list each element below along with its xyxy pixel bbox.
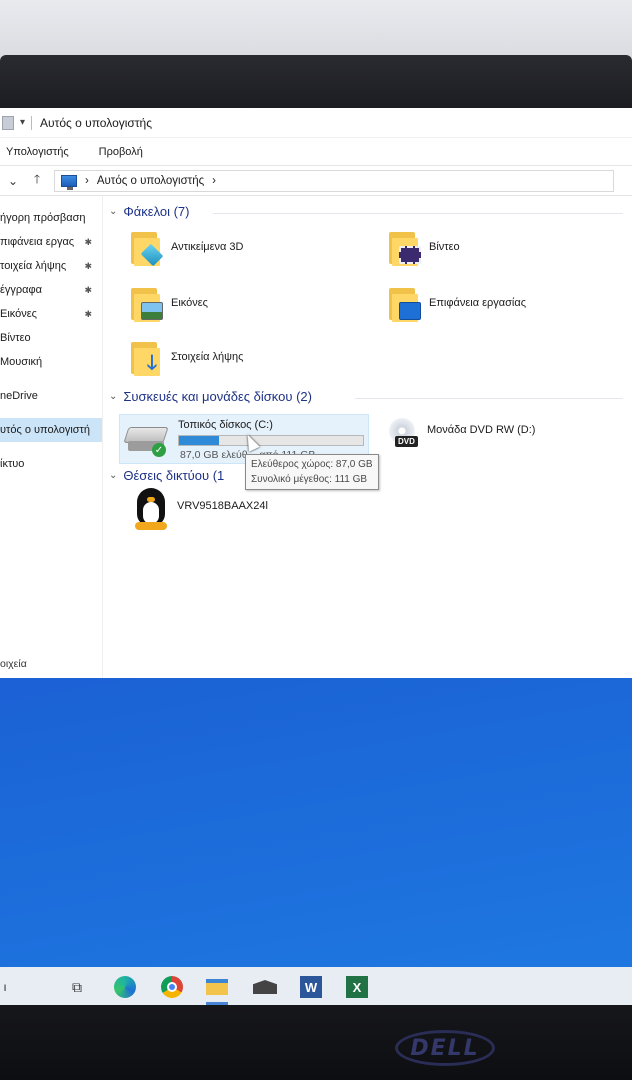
- sidebar-item-label: υτός ο υπολογιστή: [0, 424, 91, 436]
- sidebar-item-label: Εικόνες: [0, 308, 37, 320]
- mail-icon[interactable]: [250, 973, 280, 1001]
- file-explorer-taskbar-icon[interactable]: [202, 973, 232, 1005]
- window-title: Αυτός ο υπολογιστής: [40, 115, 153, 130]
- desktop-icon: [387, 284, 421, 322]
- folder-label: Βίντεο: [429, 241, 460, 253]
- folder-desktop[interactable]: Επιφάνεια εργασίας: [387, 284, 526, 322]
- folder-label: Εικόνες: [171, 297, 208, 309]
- hard-drive-icon: ✓: [123, 423, 169, 457]
- collapse-chevron-icon[interactable]: ⌄: [109, 470, 117, 481]
- tab-computer[interactable]: Υπολογιστής: [6, 146, 69, 158]
- status-bar-text: οιχεία: [0, 658, 27, 670]
- edge-browser-icon[interactable]: [110, 973, 140, 1001]
- network-location-label: VRV9518BAAX24l: [177, 500, 268, 512]
- drive-c-usage-bar: [178, 435, 364, 446]
- sidebar-item-downloads[interactable]: τοιχεία λήψης ✱: [0, 254, 102, 278]
- recent-locations-chevron-icon[interactable]: ⌄: [6, 174, 20, 188]
- content-pane: ⌄ Φάκελοι (7) Αντικείμενα 3D Βίντεο Εικό…: [103, 196, 632, 678]
- folder-videos[interactable]: Βίντεο: [387, 228, 460, 266]
- dvd-badge: DVD: [395, 436, 418, 447]
- pin-icon: ✱: [84, 260, 92, 271]
- address-bar: ⌄ 🡑 › Αυτός ο υπολογιστής ›: [0, 166, 632, 196]
- check-icon: ✓: [152, 443, 166, 457]
- drive-c-usage-fill: [179, 436, 220, 445]
- breadcrumb-this-pc[interactable]: Αυτός ο υπολογιστής: [97, 175, 204, 187]
- sidebar-item-label: ήγορη πρόσβαση: [0, 212, 86, 224]
- collapse-chevron-icon[interactable]: ⌄: [109, 206, 117, 217]
- network-location-item[interactable]: VRV9518BAAX24l: [177, 500, 268, 512]
- sidebar-item-network[interactable]: ίκτυο: [0, 452, 102, 476]
- downloads-icon: 🡓: [129, 338, 161, 376]
- group-header-folders[interactable]: ⌄ Φάκελοι (7): [109, 204, 190, 219]
- sidebar-item-label: Βίντεο: [0, 332, 31, 344]
- word-icon[interactable]: W: [296, 973, 326, 1001]
- start-button-partial[interactable]: ı: [0, 973, 10, 1001]
- sidebar-item-videos[interactable]: Βίντεο: [0, 326, 102, 350]
- group-header-devices[interactable]: ⌄ Συσκευές και μονάδες δίσκου (2): [109, 389, 312, 404]
- group-divider: [213, 213, 623, 214]
- folder-pictures[interactable]: Εικόνες: [129, 284, 208, 322]
- group-title: Θέσεις δικτύου (1: [123, 468, 225, 483]
- tab-view[interactable]: Προβολή: [99, 146, 143, 158]
- folder-objects-3d[interactable]: Αντικείμενα 3D: [129, 228, 244, 267]
- drive-c-name: Τοπικός δίσκος (C:): [178, 419, 273, 431]
- tooltip-total-size: Συνολικό μέγεθος: 111 GB: [251, 474, 368, 485]
- group-title: Συσκευές και μονάδες δίσκου (2): [123, 389, 312, 404]
- excel-icon[interactable]: X: [342, 973, 372, 1001]
- taskbar: ı ⧉ W X: [0, 967, 632, 1007]
- sidebar-item-pictures[interactable]: Εικόνες ✱: [0, 302, 102, 326]
- this-pc-icon: [61, 174, 77, 190]
- collapse-chevron-icon[interactable]: ⌄: [109, 391, 117, 402]
- title-bar: ▾ Αυτός ο υπολογιστής: [0, 108, 632, 138]
- dell-logo: DELL: [395, 1030, 495, 1066]
- sidebar-item-quick-access[interactable]: ήγορη πρόσβαση: [0, 206, 102, 230]
- sidebar-item-documents[interactable]: έγγραφα ✱: [0, 278, 102, 302]
- quick-access-toolbar-icon[interactable]: [2, 115, 14, 130]
- linux-penguin-icon[interactable]: [131, 488, 171, 532]
- dvd-drive-icon[interactable]: DVD: [385, 418, 419, 452]
- sidebar-item-onedrive[interactable]: neDrive: [0, 384, 102, 408]
- pin-icon: ✱: [84, 284, 92, 295]
- group-title: Φάκελοι (7): [123, 204, 190, 219]
- dvd-drive-tile[interactable]: Μονάδα DVD RW (D:): [427, 424, 535, 436]
- title-separator: [31, 115, 33, 130]
- group-divider: [355, 398, 623, 399]
- sidebar-item-desktop[interactable]: πιφάνεια εργας ✱: [0, 230, 102, 254]
- sidebar-item-label: ίκτυο: [0, 458, 25, 470]
- dvd-drive-name: Μονάδα DVD RW (D:): [427, 424, 536, 436]
- pin-icon: ✱: [84, 308, 92, 319]
- pictures-icon: [129, 284, 163, 322]
- videos-icon: [387, 228, 421, 266]
- group-header-network[interactable]: ⌄ Θέσεις δικτύου (1: [109, 468, 224, 483]
- navigation-pane: ήγορη πρόσβαση πιφάνεια εργας ✱ τοιχεία λ…: [0, 196, 103, 678]
- address-path-box[interactable]: › Αυτός ο υπολογιστής ›: [54, 169, 614, 192]
- sidebar-item-this-pc[interactable]: υτός ο υπολογιστή: [0, 418, 102, 442]
- sidebar-item-label: τοιχεία λήψης: [0, 260, 67, 272]
- sidebar-item-label: Μουσική: [0, 356, 43, 368]
- pin-icon: ✱: [84, 236, 92, 247]
- task-view-icon[interactable]: ⧉: [62, 973, 92, 1001]
- tooltip-free-space: Ελεύθερος χώρος: 87,0 GB: [251, 459, 373, 470]
- folder-label: Αντικείμενα 3D: [171, 241, 244, 253]
- ribbon-tabs: Υπολογιστής Προβολή: [0, 138, 632, 166]
- folder-label: Στοιχεία λήψης: [171, 351, 244, 363]
- drive-tooltip: Ελεύθερος χώρος: 87,0 GB Συνολικό μέγεθο…: [245, 454, 379, 490]
- customize-toolbar-icon[interactable]: ▾: [20, 117, 25, 128]
- sidebar-item-label: έγγραφα: [0, 284, 43, 296]
- folder-label: Επιφάνεια εργασίας: [429, 297, 527, 309]
- objects-3d-icon: [129, 228, 164, 267]
- sidebar-item-label: πιφάνεια εργας: [0, 236, 75, 248]
- up-arrow-icon[interactable]: 🡑: [30, 170, 44, 191]
- chrome-browser-icon[interactable]: [157, 973, 187, 1001]
- monitor-bezel-bottom: [0, 1005, 632, 1080]
- background-wall: [0, 0, 632, 62]
- folder-downloads[interactable]: 🡓 Στοιχεία λήψης: [129, 338, 243, 376]
- sidebar-item-music[interactable]: Μουσική: [0, 350, 102, 374]
- sidebar-item-label: neDrive: [0, 390, 38, 402]
- breadcrumb-chevron-icon[interactable]: ›: [85, 175, 89, 187]
- breadcrumb-chevron-icon[interactable]: ›: [212, 175, 216, 187]
- explorer-window: ▾ Αυτός ο υπολογιστής Υπολογιστής Προβολ…: [0, 108, 632, 678]
